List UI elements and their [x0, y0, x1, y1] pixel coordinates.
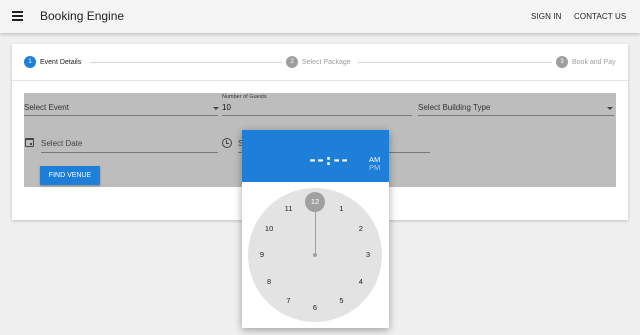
building-type-text: Select Building Type — [418, 103, 491, 112]
time-picker-dialog: --:-- AM PM 12 1 2 3 4 5 6 7 8 9 10 11 — [242, 130, 389, 328]
guests-label: Number of Guests — [222, 94, 267, 100]
pm-toggle[interactable]: PM — [369, 163, 380, 172]
step-number: 1 — [24, 56, 36, 68]
clock-hour-10[interactable]: 10 — [262, 223, 276, 235]
clock-hour-4[interactable]: 4 — [354, 276, 368, 288]
chevron-down-icon — [213, 107, 219, 110]
step-event-details[interactable]: 1 Event Details — [24, 56, 81, 68]
find-venue-button[interactable]: FIND VENUE — [40, 166, 100, 185]
step-book-and-pay[interactable]: 3 Book and Pay — [556, 56, 616, 68]
clock-hour-6[interactable]: 6 — [308, 302, 322, 314]
guests-value: 10 — [222, 103, 231, 112]
select-event-text: Select Event — [24, 103, 69, 112]
clock-hour-1[interactable]: 1 — [335, 203, 349, 215]
clock-hour-7[interactable]: 7 — [282, 295, 296, 307]
time-picker-header: --:-- AM PM — [242, 130, 389, 182]
field-underline — [222, 115, 412, 116]
clock-hour-9[interactable]: 9 — [255, 249, 269, 261]
step-label: Book and Pay — [572, 58, 616, 66]
clock-icon — [222, 138, 232, 148]
clock-hour-5[interactable]: 5 — [335, 295, 349, 307]
app-bar: Booking Engine SIGN IN CONTACT US — [0, 0, 640, 33]
field-underline — [24, 115, 218, 116]
clock-face[interactable]: 12 1 2 3 4 5 6 7 8 9 10 11 — [248, 188, 382, 322]
step-label: Select Package — [302, 58, 351, 66]
step-select-package[interactable]: 2 Select Package — [286, 56, 351, 68]
chevron-down-icon — [607, 107, 613, 110]
sign-in-button[interactable]: SIGN IN — [531, 12, 561, 21]
step-connector — [90, 62, 282, 63]
stepper: 1 Event Details 2 Select Package 3 Book … — [12, 44, 628, 81]
date-placeholder: Select Date — [41, 139, 83, 148]
step-connector — [358, 62, 552, 63]
clock-hour-2[interactable]: 2 — [354, 223, 368, 235]
step-label: Event Details — [40, 58, 82, 66]
field-underline — [41, 152, 218, 153]
clock-hour-8[interactable]: 8 — [262, 276, 276, 288]
clock-center — [313, 253, 317, 257]
calendar-icon — [25, 138, 34, 147]
field-underline — [418, 115, 614, 116]
app-title: Booking Engine — [40, 9, 125, 23]
clock-hand — [314, 212, 316, 255]
clock-hour-11[interactable]: 11 — [282, 203, 296, 215]
step-number: 2 — [286, 56, 298, 68]
clock-hour-12[interactable]: 12 — [308, 196, 322, 208]
menu-icon[interactable] — [12, 11, 23, 21]
contact-us-button[interactable]: CONTACT US — [574, 12, 626, 21]
step-number: 3 — [556, 56, 568, 68]
time-display[interactable]: --:-- — [308, 151, 349, 169]
clock-hour-3[interactable]: 3 — [361, 249, 375, 261]
